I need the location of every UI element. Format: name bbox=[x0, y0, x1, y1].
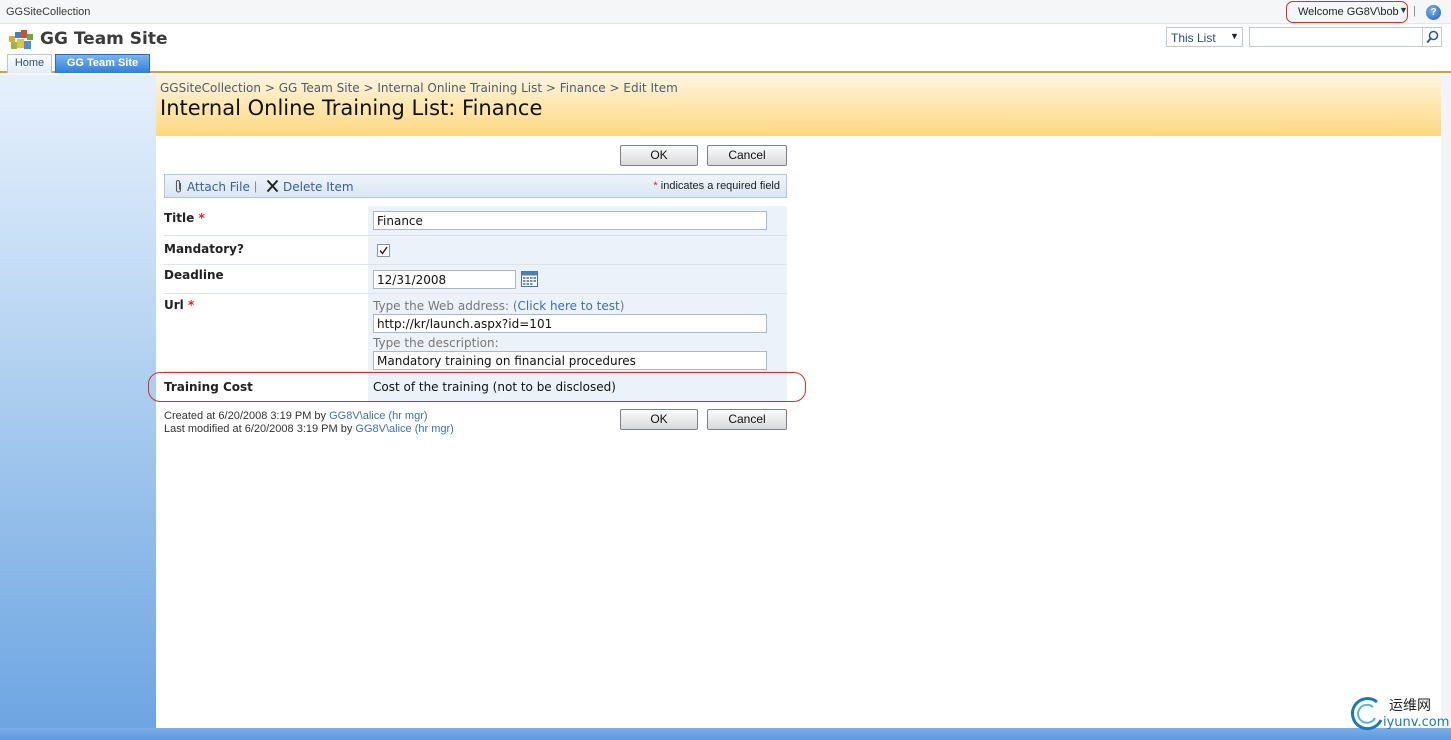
url-field-cell: Type the Web address: (Click here to tes… bbox=[368, 294, 787, 371]
required-star: * bbox=[187, 298, 195, 312]
form-row-mandatory: Mandatory? bbox=[164, 236, 787, 265]
form-row-url: Url * Type the Web address: (Click here … bbox=[164, 294, 787, 372]
breadcrumb-separator: > bbox=[542, 81, 560, 95]
checkmark-icon bbox=[379, 246, 388, 255]
click-here-to-test-link[interactable]: Click here to test bbox=[518, 299, 620, 313]
training-cost-highlight-annotation bbox=[148, 372, 806, 402]
topbar-separator: | bbox=[1413, 5, 1416, 17]
breadcrumb-separator: > bbox=[261, 81, 279, 95]
required-field-note: * indicates a required field bbox=[653, 180, 780, 192]
created-prefix: Created at 6/20/2008 3:19 PM by bbox=[164, 410, 330, 422]
left-navigation bbox=[0, 75, 156, 740]
watermark: 运维网 iyunv.com bbox=[1347, 692, 1450, 732]
search-scope-value: This List bbox=[1171, 31, 1216, 45]
required-note-text: indicates a required field bbox=[657, 180, 780, 192]
breadcrumb-item[interactable]: GGSiteCollection bbox=[160, 81, 261, 95]
mandatory-checkbox[interactable] bbox=[377, 244, 390, 257]
breadcrumb: GGSiteCollection > GG Team Site > Intern… bbox=[160, 81, 678, 95]
watermark-logo-icon bbox=[1350, 697, 1383, 730]
cancel-button-bottom[interactable]: Cancel bbox=[707, 409, 787, 430]
item-metadata: Created at 6/20/2008 3:19 PM by GG8V\ali… bbox=[164, 410, 454, 436]
ok-button-top[interactable]: OK bbox=[620, 145, 698, 166]
top-bar: GGSiteCollection Welcome GG8V\bob ▼ | ? bbox=[0, 0, 1451, 24]
description-hint: Type the description: bbox=[373, 336, 499, 350]
modified-info: Last modified at 6/20/2008 3:19 PM by GG… bbox=[164, 423, 454, 436]
chevron-down-icon: ▼ bbox=[1230, 31, 1239, 41]
page-title: Internal Online Training List: Finance bbox=[160, 96, 543, 120]
site-header: GG Team Site This List ▼ bbox=[0, 24, 1451, 54]
watermark-text-url: iyunv.com bbox=[1383, 715, 1450, 730]
created-info: Created at 6/20/2008 3:19 PM by GG8V\ali… bbox=[164, 410, 454, 423]
search-input[interactable] bbox=[1249, 27, 1423, 47]
required-star: * bbox=[198, 211, 205, 225]
breadcrumb-item[interactable]: Finance bbox=[560, 81, 606, 95]
calendar-icon[interactable] bbox=[521, 271, 538, 287]
breadcrumb-item[interactable]: Internal Online Training List bbox=[377, 81, 542, 95]
tab-gg-team-site[interactable]: GG Team Site bbox=[55, 54, 150, 73]
url-label-text: Url bbox=[164, 298, 184, 312]
site-collection-link[interactable]: GGSiteCollection bbox=[6, 6, 90, 18]
watermark-text-cn: 运维网 bbox=[1389, 698, 1431, 714]
title-input[interactable]: Finance bbox=[373, 211, 767, 230]
search-icon bbox=[1426, 30, 1439, 44]
attach-file-button[interactable]: Attach File bbox=[187, 180, 250, 194]
url-label: Url * bbox=[164, 294, 368, 371]
welcome-menu[interactable]: Welcome GG8V\bob bbox=[1298, 6, 1399, 18]
delete-item-button[interactable]: Delete Item bbox=[283, 180, 354, 194]
paperclip-icon bbox=[175, 180, 182, 193]
breadcrumb-separator: > bbox=[605, 81, 624, 95]
ok-button-bottom[interactable]: OK bbox=[620, 409, 698, 430]
created-by-link[interactable]: GG8V\alice (hr mgr) bbox=[329, 410, 427, 422]
modified-prefix: Last modified at 6/20/2008 3:19 PM by bbox=[164, 423, 356, 435]
tab-home[interactable]: Home bbox=[7, 54, 52, 73]
url-description-input[interactable]: Mandatory training on financial procedur… bbox=[373, 351, 767, 370]
form-toolbar: Attach File | Delete Item * indicates a … bbox=[164, 174, 787, 198]
web-address-input[interactable]: http://kr/launch.aspx?id=101 bbox=[373, 314, 767, 333]
breadcrumb-item-current: Edit Item bbox=[623, 81, 678, 95]
title-field-cell: Finance bbox=[368, 206, 787, 235]
top-nav-tabs: Home GG Team Site bbox=[0, 54, 1451, 73]
web-address-hint-text: Type the Web address: ( bbox=[373, 299, 518, 313]
mandatory-field-cell bbox=[368, 236, 787, 264]
deadline-label: Deadline bbox=[164, 265, 368, 293]
delete-x-icon[interactable] bbox=[266, 179, 279, 193]
deadline-date-input[interactable]: 12/31/2008 bbox=[373, 270, 516, 289]
web-address-hint: Type the Web address: (Click here to tes… bbox=[373, 299, 624, 313]
title-label-text: Title bbox=[164, 211, 195, 225]
toolbar-separator: | bbox=[254, 179, 258, 193]
search-scope-select[interactable]: This List ▼ bbox=[1166, 27, 1243, 47]
welcome-dropdown-arrow-icon[interactable]: ▼ bbox=[1399, 5, 1408, 15]
hint-close-paren: ) bbox=[619, 299, 625, 313]
search-button[interactable] bbox=[1423, 27, 1442, 47]
mandatory-label: Mandatory? bbox=[164, 236, 368, 264]
right-gutter bbox=[1441, 75, 1451, 728]
modified-by-link[interactable]: GG8V\alice (hr mgr) bbox=[355, 423, 453, 435]
form-row-title: Title * Finance bbox=[164, 206, 787, 236]
breadcrumb-separator: > bbox=[359, 81, 378, 95]
title-label: Title * bbox=[164, 206, 368, 235]
deadline-field-cell: 12/31/2008 bbox=[368, 265, 787, 293]
cancel-button-top[interactable]: Cancel bbox=[707, 145, 787, 166]
site-title[interactable]: GG Team Site bbox=[40, 29, 168, 49]
help-icon[interactable]: ? bbox=[1426, 5, 1441, 20]
breadcrumb-item[interactable]: GG Team Site bbox=[279, 81, 360, 95]
bottom-band bbox=[0, 728, 1451, 740]
team-site-logo-icon bbox=[9, 30, 33, 49]
form-row-deadline: Deadline 12/31/2008 bbox=[164, 265, 787, 294]
